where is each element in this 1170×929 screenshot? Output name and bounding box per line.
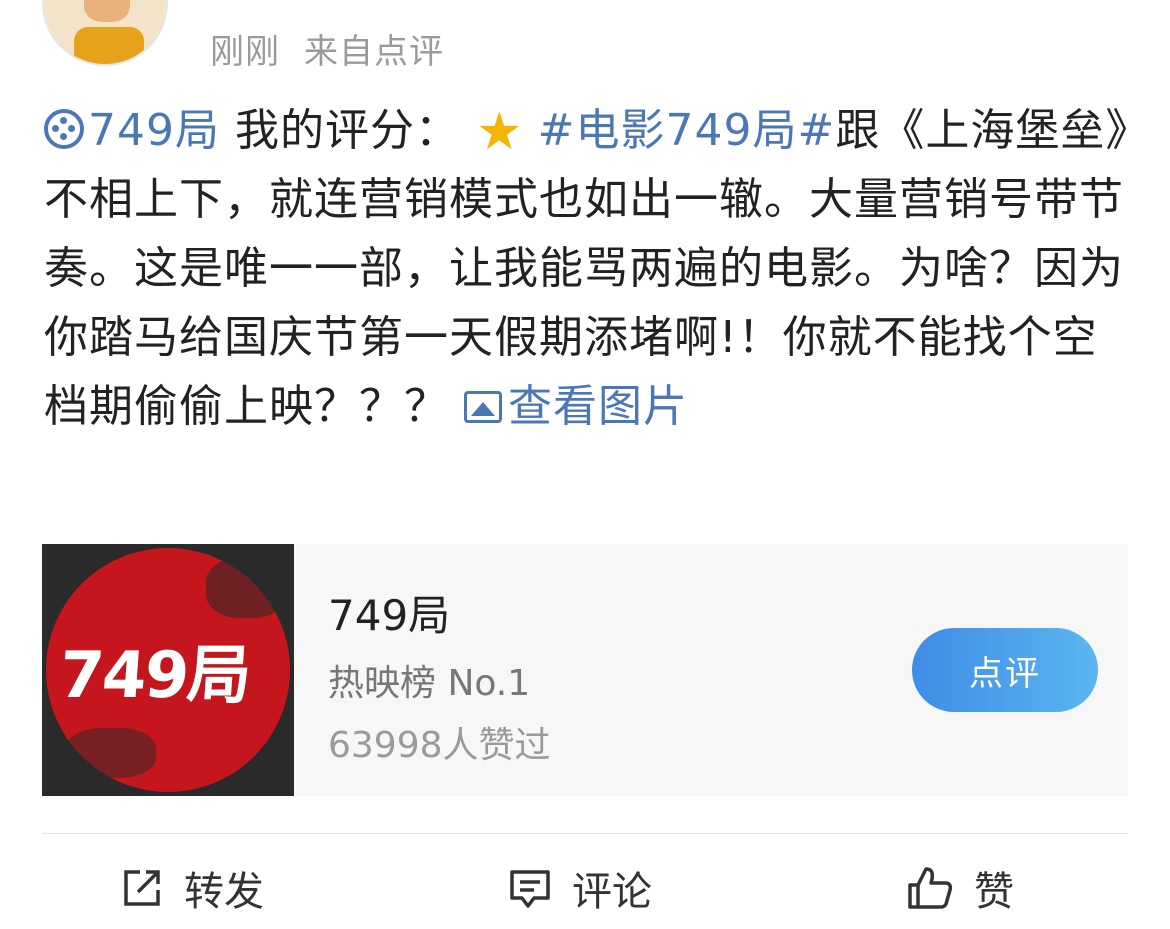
view-images-link[interactable]: 查看图片 — [464, 381, 688, 432]
source-label: 来自点评 — [304, 32, 444, 72]
divider — [42, 833, 1128, 834]
movie-title: 749局 — [328, 591, 451, 640]
likes-count: 63998人赞过 — [328, 725, 551, 766]
movie-poster: 749局 — [42, 544, 294, 796]
repost-button[interactable]: 转发 — [120, 858, 264, 918]
post-meta: 刚刚 来自点评 — [210, 24, 468, 73]
movie-card[interactable]: 749局 749局 热映榜 No.1 63998人赞过 点评 — [42, 544, 1128, 796]
timestamp: 刚刚 — [210, 32, 280, 72]
hashtag-link[interactable]: #电影749局# — [538, 105, 836, 156]
repost-label: 转发 — [184, 869, 264, 915]
image-icon — [464, 391, 502, 423]
poster-title: 749局 — [56, 639, 252, 713]
film-link[interactable]: 749局 — [44, 105, 220, 156]
avatar[interactable] — [42, 0, 168, 66]
post-text: 749局 我的评分： ★ #电影749局#跟《上海堡垒》不相上下，就连营销模式也如出… — [44, 96, 1134, 441]
rating-label: 我的评分： — [234, 105, 460, 156]
like-label: 赞 — [974, 869, 1014, 915]
share-icon — [124, 870, 160, 906]
comment-icon — [510, 870, 550, 908]
comment-label: 评论 — [572, 869, 652, 915]
half-star-icon: ★ — [475, 102, 524, 162]
comment-button[interactable]: 评论 — [508, 858, 652, 918]
avatar-face — [84, 0, 130, 22]
film-reel-icon — [44, 109, 84, 149]
ranking-label: 热映榜 No.1 — [328, 663, 531, 704]
thumbs-up-icon — [908, 867, 953, 909]
avatar-body — [74, 27, 144, 64]
username-cropped[interactable] — [212, 0, 452, 2]
rate-button[interactable]: 点评 — [912, 628, 1098, 712]
like-button[interactable]: 赞 — [906, 858, 1014, 918]
